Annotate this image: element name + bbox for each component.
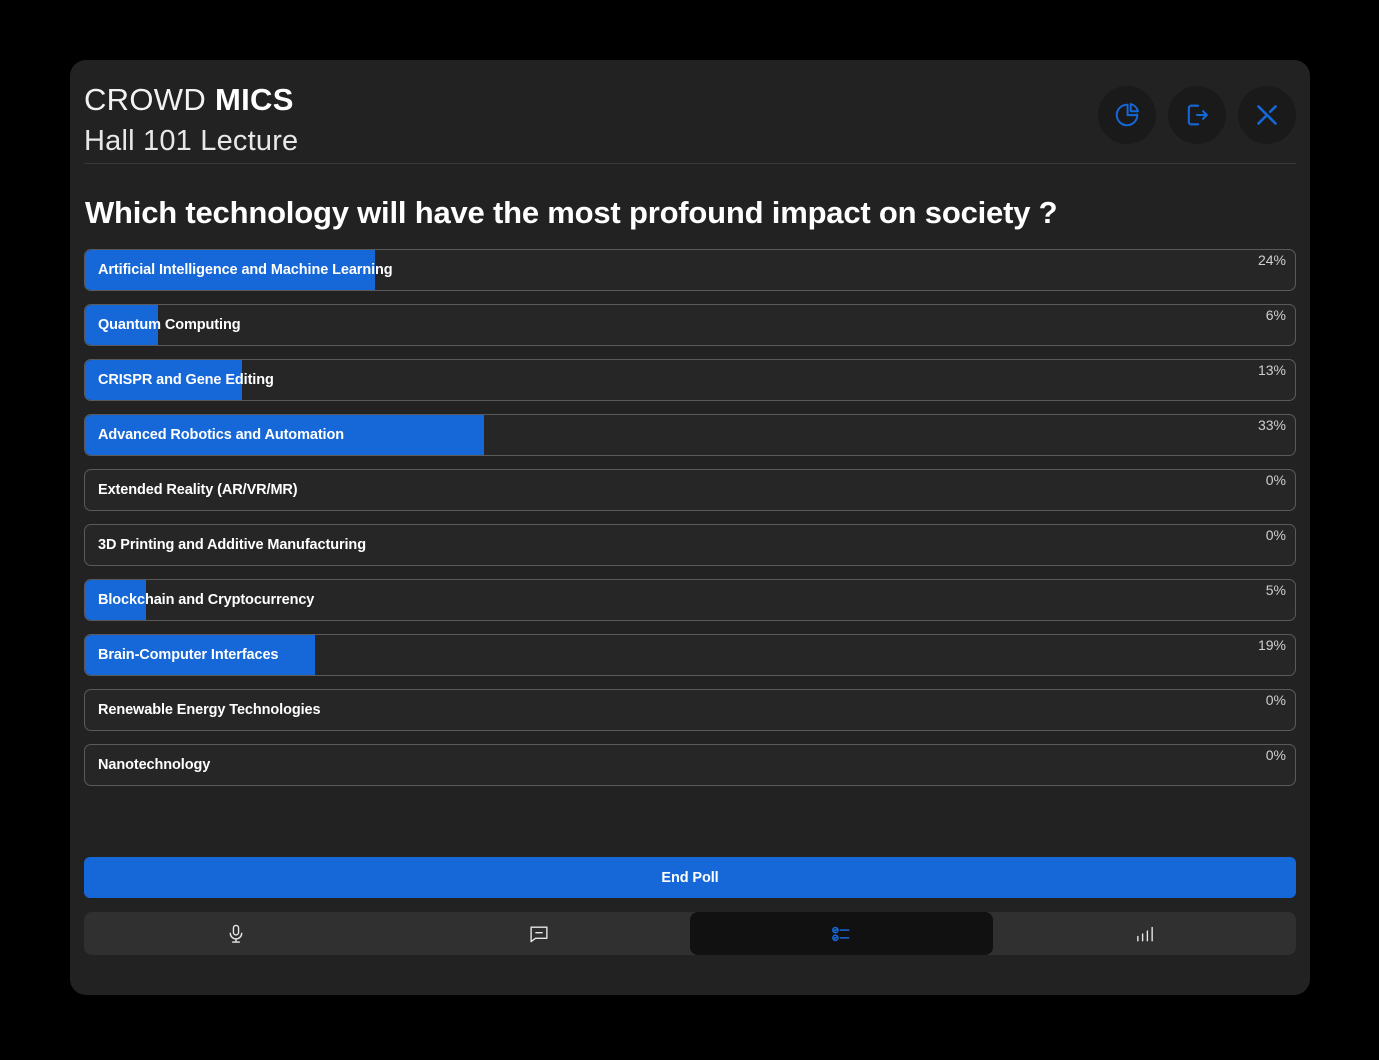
nav-analytics[interactable] [993,912,1296,955]
poll-option-row[interactable]: Artificial Intelligence and Machine Lear… [84,249,1296,291]
poll-option-row[interactable]: Nanotechnology 0% [84,744,1296,786]
poll-option-label: Advanced Robotics and Automation [98,427,344,443]
poll-option-row[interactable]: Brain-Computer Interfaces 19% [84,634,1296,676]
close-button[interactable] [1238,86,1296,144]
nav-chat[interactable] [387,912,690,955]
poll-option-percent: 19% [1257,637,1286,653]
poll-option-label: Blockchain and Cryptocurrency [98,592,315,608]
brand-prefix: CROWD [84,82,207,117]
poll-option-label: Renewable Energy Technologies [98,702,321,718]
poll-option-row[interactable]: CRISPR and Gene Editing 13% [84,359,1296,401]
poll-option-label: Brain-Computer Interfaces [98,647,279,663]
poll-option-label: Nanotechnology [98,757,211,773]
poll-question: Which technology will have the most prof… [85,195,1058,230]
poll-options-list: Artificial Intelligence and Machine Lear… [83,249,1297,786]
nav-microphone[interactable] [84,912,387,955]
microphone-icon [225,923,247,945]
nav-polls[interactable] [690,912,993,955]
poll-option-label: 3D Printing and Additive Manufacturing [98,537,366,553]
results-pie-chart-button[interactable] [1098,86,1156,144]
poll-option-label: Quantum Computing [98,317,241,333]
poll-option-label: Artificial Intelligence and Machine Lear… [98,262,393,278]
crowdmics-poll-panel: CROWD MICS Hall 101 Lecture Which techno… [70,60,1310,995]
bar-chart-icon [1134,923,1156,945]
poll-option-percent: 0% [1265,692,1286,708]
brand-bold: MICS [214,82,294,117]
poll-option-percent: 0% [1265,527,1286,543]
end-poll-container: End Poll [83,799,1297,898]
header-actions [1098,86,1296,144]
poll-option-percent: 13% [1257,362,1286,378]
bottom-navigation [84,912,1296,955]
poll-option-row[interactable]: Renewable Energy Technologies 0% [84,689,1296,731]
leave-session-button[interactable] [1168,86,1226,144]
poll-option-percent: 0% [1265,747,1286,763]
app-header: CROWD MICS Hall 101 Lecture [83,60,1297,163]
poll-option-percent: 0% [1265,472,1286,488]
end-poll-button[interactable]: End Poll [84,857,1296,898]
poll-option-row[interactable]: Blockchain and Cryptocurrency 5% [84,579,1296,621]
logout-icon [1183,101,1211,129]
pie-chart-icon [1113,101,1141,129]
poll-option-percent: 6% [1265,307,1286,323]
chat-bubble-icon [528,923,550,945]
poll-option-row[interactable]: Quantum Computing 6% [84,304,1296,346]
close-x-icon [1252,100,1282,130]
poll-option-label: CRISPR and Gene Editing [98,372,274,388]
poll-option-percent: 24% [1257,252,1286,268]
poll-option-percent: 5% [1265,582,1286,598]
poll-option-row[interactable]: 3D Printing and Additive Manufacturing 0% [84,524,1296,566]
poll-option-percent: 33% [1257,417,1286,433]
poll-list-icon [830,922,854,946]
poll-option-row[interactable]: Advanced Robotics and Automation 33% [84,414,1296,456]
poll-option-label: Extended Reality (AR/VR/MR) [98,482,298,498]
poll-option-row[interactable]: Extended Reality (AR/VR/MR) 0% [84,469,1296,511]
